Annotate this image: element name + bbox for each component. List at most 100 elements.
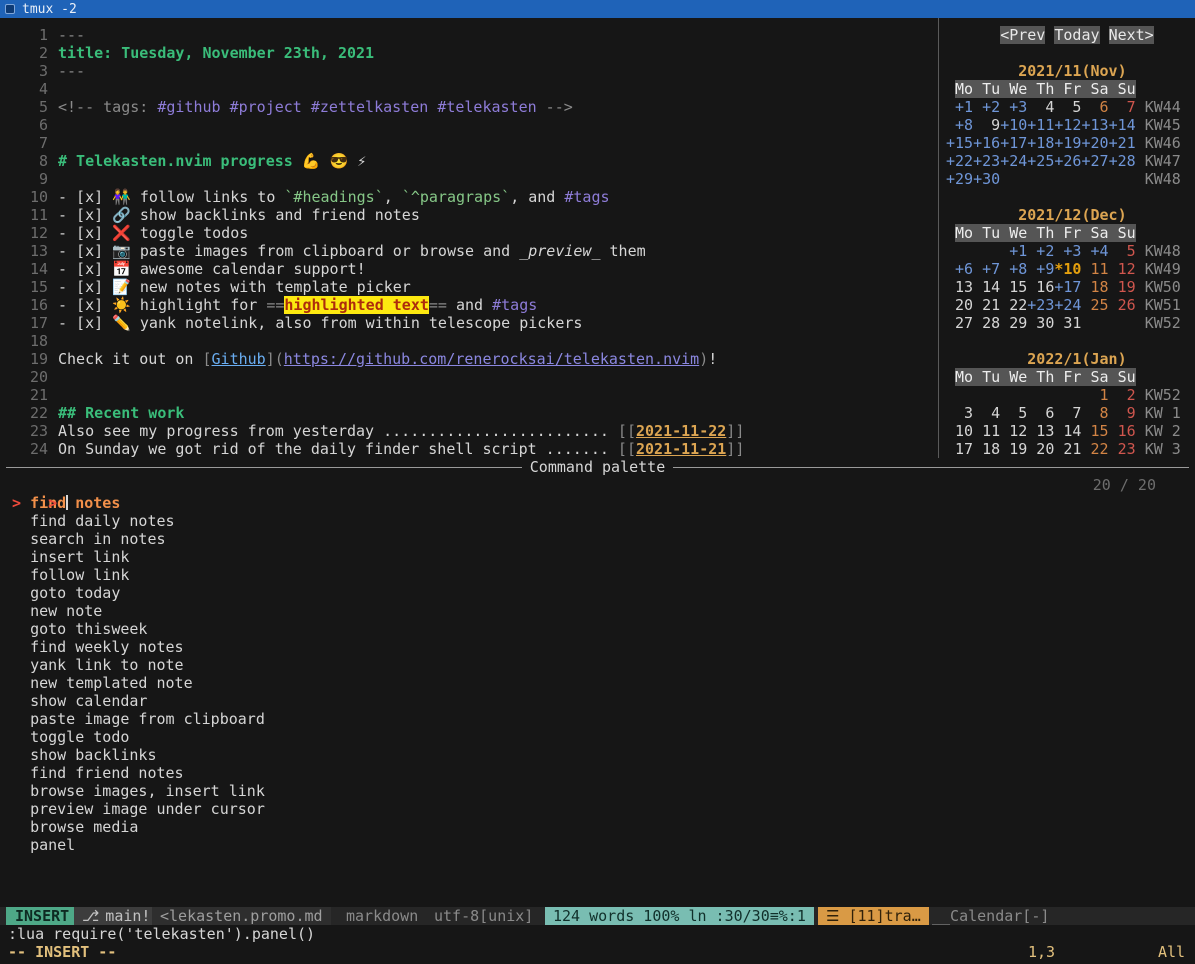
- calendar-day[interactable]: +1: [1000, 242, 1027, 260]
- palette-item[interactable]: goto thisweek: [12, 620, 1195, 638]
- calendar-day[interactable]: 5: [1054, 98, 1081, 116]
- calendar-day[interactable]: +27: [1081, 152, 1108, 170]
- calendar-day[interactable]: 21: [1054, 440, 1081, 458]
- palette-item[interactable]: browse media: [12, 818, 1195, 836]
- calendar-day[interactable]: 13: [1027, 422, 1054, 440]
- calendar-day[interactable]: +12: [1054, 116, 1081, 134]
- palette-item[interactable]: toggle todo: [12, 728, 1195, 746]
- calendar-day[interactable]: 11: [973, 422, 1000, 440]
- calendar-day[interactable]: 29: [1000, 314, 1027, 332]
- palette-item[interactable]: find friend notes: [12, 764, 1195, 782]
- calendar-day[interactable]: 9: [973, 116, 1000, 134]
- calendar-day[interactable]: 14: [1054, 422, 1081, 440]
- calendar-day[interactable]: +24: [1054, 296, 1081, 314]
- palette-item[interactable]: insert link: [12, 548, 1195, 566]
- calendar-day[interactable]: +13: [1081, 116, 1108, 134]
- window-separator[interactable]: [938, 18, 939, 458]
- calendar-day[interactable]: 11: [1081, 260, 1108, 278]
- palette-item[interactable]: find weekly notes: [12, 638, 1195, 656]
- calendar-day[interactable]: 25: [1081, 296, 1108, 314]
- calendar-prev-button[interactable]: <Prev: [1000, 26, 1045, 44]
- calendar-day[interactable]: 20: [946, 296, 973, 314]
- calendar-day[interactable]: +7: [973, 260, 1000, 278]
- calendar-day[interactable]: 1: [1081, 386, 1108, 404]
- calendar-day[interactable]: +20: [1081, 134, 1108, 152]
- calendar-day[interactable]: +17: [1054, 278, 1081, 296]
- calendar-day[interactable]: 13: [946, 278, 973, 296]
- calendar-day[interactable]: 9: [1109, 404, 1136, 422]
- calendar-day[interactable]: +29: [946, 170, 973, 188]
- palette-item[interactable]: new note: [12, 602, 1195, 620]
- calendar-day[interactable]: +17: [1000, 134, 1027, 152]
- palette-item[interactable]: browse images, insert link: [12, 782, 1195, 800]
- calendar-day[interactable]: +4: [1081, 242, 1108, 260]
- wiki-link-2021-11-21[interactable]: 2021-11-21: [636, 440, 726, 458]
- calendar-day[interactable]: +21: [1109, 134, 1136, 152]
- calendar-day[interactable]: 27: [946, 314, 973, 332]
- calendar-day[interactable]: 12: [1109, 260, 1136, 278]
- calendar-day[interactable]: +26: [1054, 152, 1081, 170]
- palette-item[interactable]: find daily notes: [12, 512, 1195, 530]
- github-link[interactable]: Github: [212, 350, 266, 368]
- calendar-day[interactable]: 22: [1081, 440, 1108, 458]
- calendar-day[interactable]: 15: [1081, 422, 1108, 440]
- calendar-day[interactable]: +6: [946, 260, 973, 278]
- calendar-day[interactable]: 18: [973, 440, 1000, 458]
- wiki-link-2021-11-22[interactable]: 2021-11-22: [636, 422, 726, 440]
- palette-item[interactable]: yank link to note: [12, 656, 1195, 674]
- calendar-today-button[interactable]: Today: [1054, 26, 1099, 44]
- calendar-day[interactable]: +9: [1027, 260, 1054, 278]
- palette-item[interactable]: > find notes: [12, 494, 1195, 512]
- calendar-day[interactable]: +16: [973, 134, 1000, 152]
- palette-item[interactable]: paste image from clipboard: [12, 710, 1195, 728]
- calendar-day[interactable]: +23: [1027, 296, 1054, 314]
- palette-item[interactable]: new templated note: [12, 674, 1195, 692]
- palette-item[interactable]: show calendar: [12, 692, 1195, 710]
- calendar-day[interactable]: 23: [1109, 440, 1136, 458]
- calendar-day[interactable]: 4: [973, 404, 1000, 422]
- palette-item[interactable]: preview image under cursor: [12, 800, 1195, 818]
- palette-item[interactable]: follow link: [12, 566, 1195, 584]
- calendar-day[interactable]: 7: [1109, 98, 1136, 116]
- calendar-day[interactable]: 5: [1000, 404, 1027, 422]
- calendar-day[interactable]: 19: [1000, 440, 1027, 458]
- calendar-day[interactable]: 12: [1000, 422, 1027, 440]
- calendar-day[interactable]: +14: [1109, 116, 1136, 134]
- palette-item[interactable]: goto today: [12, 584, 1195, 602]
- calendar-day[interactable]: +25: [1027, 152, 1054, 170]
- calendar-day[interactable]: +11: [1027, 116, 1054, 134]
- calendar-day[interactable]: +1: [946, 98, 973, 116]
- calendar-day[interactable]: 19: [1109, 278, 1136, 296]
- calendar-day[interactable]: +2: [1027, 242, 1054, 260]
- calendar-day[interactable]: 30: [1027, 314, 1054, 332]
- calendar-day[interactable]: +24: [1000, 152, 1027, 170]
- calendar-day[interactable]: 20: [1027, 440, 1054, 458]
- calendar-day[interactable]: 16: [1027, 278, 1054, 296]
- calendar-day[interactable]: +10: [1000, 116, 1027, 134]
- calendar-day[interactable]: 3: [946, 404, 973, 422]
- calendar-day[interactable]: 6: [1027, 404, 1054, 422]
- github-url-link[interactable]: https://github.com/renerocksai/telekaste…: [284, 350, 699, 368]
- calendar-day[interactable]: +23: [973, 152, 1000, 170]
- calendar-day[interactable]: 10: [946, 422, 973, 440]
- calendar-day[interactable]: 16: [1109, 422, 1136, 440]
- calendar-day[interactable]: +28: [1109, 152, 1136, 170]
- calendar-day[interactable]: +19: [1054, 134, 1081, 152]
- calendar-next-button[interactable]: Next>: [1109, 26, 1154, 44]
- calendar-day[interactable]: 15: [1000, 278, 1027, 296]
- calendar-day[interactable]: +2: [973, 98, 1000, 116]
- calendar-day[interactable]: 4: [1027, 98, 1054, 116]
- palette-prompt[interactable]: > 20 / 20: [0, 476, 1195, 494]
- calendar-day[interactable]: 5: [1109, 242, 1136, 260]
- calendar-day[interactable]: *10: [1054, 260, 1081, 278]
- calendar-day[interactable]: 28: [973, 314, 1000, 332]
- calendar-day[interactable]: 22: [1000, 296, 1027, 314]
- calendar-day[interactable]: 14: [973, 278, 1000, 296]
- calendar-day[interactable]: +3: [1054, 242, 1081, 260]
- calendar-day[interactable]: +8: [946, 116, 973, 134]
- calendar-day[interactable]: 8: [1081, 404, 1108, 422]
- calendar-day[interactable]: 31: [1054, 314, 1081, 332]
- calendar-day[interactable]: 18: [1081, 278, 1108, 296]
- editor-buffer[interactable]: 1---2title: Tuesday, November 23th, 2021…: [12, 26, 938, 458]
- calendar-day[interactable]: +8: [1000, 260, 1027, 278]
